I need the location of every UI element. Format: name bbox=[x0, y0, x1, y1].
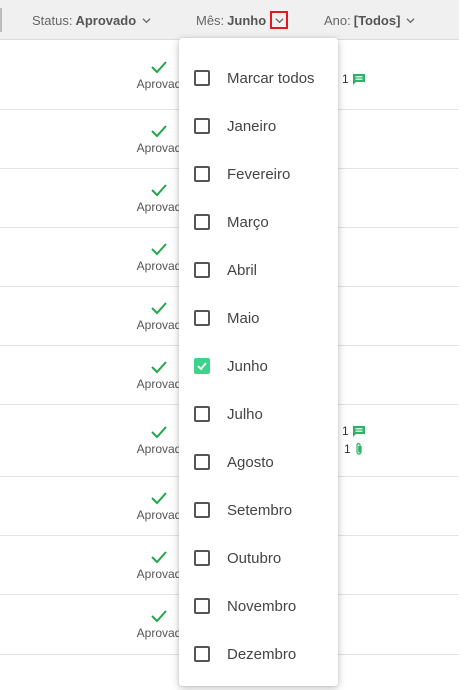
status-filter[interactable]: Status: Aprovado bbox=[32, 0, 151, 40]
option-label: Dezembro bbox=[227, 645, 297, 663]
status-label: Aprovad bbox=[136, 442, 182, 456]
check-icon bbox=[151, 491, 167, 504]
status-label: Aprovad bbox=[136, 507, 182, 522]
checkmark-icon bbox=[197, 362, 207, 370]
checkbox[interactable] bbox=[194, 166, 210, 182]
month-filter-toggle[interactable] bbox=[270, 11, 289, 29]
check-icon bbox=[151, 60, 167, 73]
month-option-agosto[interactable]: Agosto bbox=[179, 438, 338, 486]
checkbox[interactable] bbox=[194, 550, 210, 566]
status-label: Aprovad bbox=[136, 76, 182, 91]
year-filter[interactable]: Ano: [Todos] bbox=[324, 0, 416, 40]
check-icon bbox=[151, 550, 167, 563]
checkbox[interactable] bbox=[194, 502, 210, 518]
option-label: Julho bbox=[227, 405, 263, 423]
paperclip-icon bbox=[356, 442, 362, 455]
option-label: Março bbox=[227, 213, 269, 231]
option-label: Abril bbox=[227, 261, 258, 279]
chevron-down-icon[interactable] bbox=[406, 16, 416, 25]
check-icon bbox=[151, 242, 167, 255]
status-label: Aprovad bbox=[136, 258, 182, 273]
comment-icon bbox=[352, 73, 365, 85]
checkbox-checked[interactable] bbox=[194, 358, 210, 374]
option-label: Novembro bbox=[227, 597, 297, 615]
checkbox[interactable] bbox=[194, 598, 210, 614]
status-filter-label: Status: bbox=[32, 12, 73, 28]
comment-count[interactable]: 1 bbox=[342, 424, 366, 438]
check-icon bbox=[151, 360, 167, 373]
month-option-janeiro[interactable]: Janeiro bbox=[179, 102, 338, 150]
attachment-count-value: 1 bbox=[344, 442, 351, 456]
month-option-julho[interactable]: Julho bbox=[179, 390, 338, 438]
check-icon bbox=[151, 124, 167, 137]
month-option-novembro[interactable]: Novembro bbox=[179, 582, 338, 630]
status-label: Aprovad bbox=[136, 140, 182, 155]
status-label: Aprovad bbox=[136, 626, 182, 640]
check-icon bbox=[151, 610, 167, 623]
checkbox[interactable] bbox=[194, 262, 210, 278]
checkbox[interactable] bbox=[194, 454, 210, 470]
comment-icon bbox=[352, 425, 365, 437]
check-icon bbox=[151, 301, 167, 314]
status-label: Aprovad bbox=[136, 376, 182, 391]
month-option-select-all[interactable]: Marcar todos bbox=[179, 54, 338, 102]
month-filter-label: Mês: bbox=[196, 12, 225, 28]
comment-count-value: 1 bbox=[342, 72, 349, 86]
option-label: Agosto bbox=[227, 453, 274, 471]
check-icon bbox=[151, 426, 167, 439]
attachment-count[interactable]: 1 bbox=[344, 442, 364, 456]
option-label: Outubro bbox=[227, 549, 282, 567]
check-icon bbox=[151, 183, 167, 196]
option-label: Fevereiro bbox=[227, 165, 291, 183]
month-option-setembro[interactable]: Setembro bbox=[179, 486, 338, 534]
status-label: Aprovad bbox=[136, 199, 182, 214]
checkbox[interactable] bbox=[194, 646, 210, 662]
month-option-fevereiro[interactable]: Fevereiro bbox=[179, 150, 338, 198]
month-filter[interactable]: Mês: Junho bbox=[196, 0, 289, 40]
comment-count-value: 1 bbox=[342, 424, 349, 438]
year-filter-label: Ano: bbox=[324, 12, 351, 28]
chevron-down-icon[interactable] bbox=[142, 16, 151, 25]
year-filter-value: [Todos] bbox=[353, 12, 401, 28]
option-label: Setembro bbox=[227, 501, 293, 519]
filter-bar: Status: Aprovado Mês: Junho Ano: [Todos] bbox=[0, 0, 459, 40]
option-label: Marcar todos bbox=[227, 69, 315, 87]
month-filter-value: Junho bbox=[227, 12, 267, 28]
filter-bar-divider bbox=[0, 8, 2, 32]
month-option-dezembro[interactable]: Dezembro bbox=[179, 630, 338, 678]
checkbox[interactable] bbox=[194, 310, 210, 326]
option-label: Janeiro bbox=[227, 117, 277, 135]
month-option-junho[interactable]: Junho bbox=[179, 342, 338, 390]
checkbox[interactable] bbox=[194, 214, 210, 230]
checkbox[interactable] bbox=[194, 70, 210, 86]
option-label: Junho bbox=[227, 357, 268, 375]
month-option-maio[interactable]: Maio bbox=[179, 294, 338, 342]
status-label: Aprovad bbox=[136, 317, 182, 332]
option-label: Maio bbox=[227, 309, 260, 327]
month-option-abril[interactable]: Abril bbox=[179, 246, 338, 294]
month-dropdown-menu: Marcar todos Janeiro Fevereiro Março Abr… bbox=[179, 38, 338, 686]
month-option-marco[interactable]: Março bbox=[179, 198, 338, 246]
checkbox[interactable] bbox=[194, 406, 210, 422]
checkbox[interactable] bbox=[194, 118, 210, 134]
status-filter-value: Aprovado bbox=[75, 12, 137, 28]
comment-count[interactable]: 1 bbox=[342, 72, 366, 86]
chevron-down-icon bbox=[275, 17, 284, 23]
month-option-outubro[interactable]: Outubro bbox=[179, 534, 338, 582]
status-label: Aprovad bbox=[136, 566, 182, 581]
